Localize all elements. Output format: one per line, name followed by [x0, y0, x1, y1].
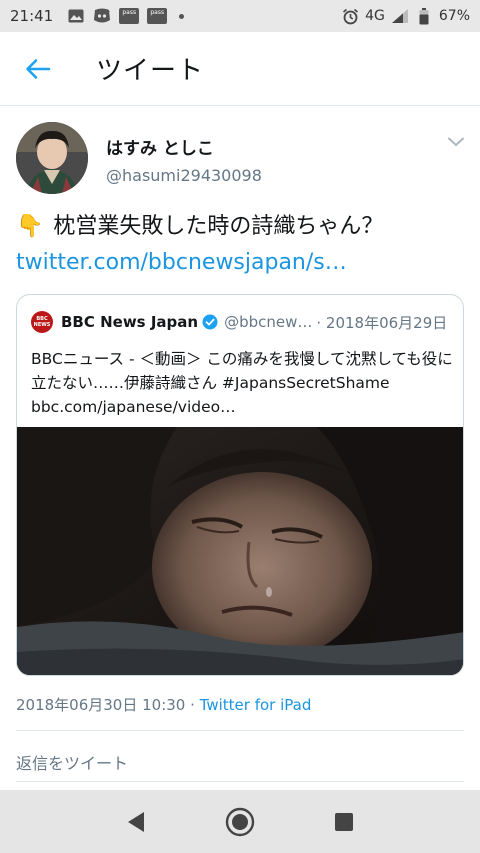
battery-icon — [415, 7, 433, 24]
tweet-source-link[interactable]: Twitter for iPad — [200, 696, 312, 714]
status-time: 21:41 — [10, 7, 54, 25]
home-circle-icon — [225, 807, 255, 836]
app-header: ツイート — [0, 32, 480, 106]
nav-home-button[interactable] — [225, 807, 255, 837]
tweet-author: はすみ としこ @hasumi29430098 — [0, 106, 480, 198]
reply-tweet-button[interactable]: 返信をツイート — [16, 750, 128, 774]
quoted-author-handle: @bbcnew… — [224, 313, 313, 331]
quoted-tweet[interactable]: BBC NEWS BBC News Japan @bbcnew… · 2018年… — [16, 294, 464, 676]
system-nav-bar — [0, 790, 480, 853]
status-right: 4G 67% — [341, 7, 470, 24]
pointing-down-icon: 👇 — [16, 214, 44, 239]
battery-label: 67% — [438, 8, 470, 24]
meta-separator: · — [185, 696, 200, 714]
image-icon — [67, 8, 85, 24]
status-left: 21:41 pass pass — [10, 7, 185, 25]
avatar[interactable] — [16, 122, 88, 194]
author-name[interactable]: はすみ としこ — [106, 134, 214, 159]
alarm-icon — [341, 8, 359, 24]
bbc-logo-icon: BBC NEWS — [31, 311, 53, 333]
nav-back-button[interactable] — [121, 807, 151, 837]
divider — [16, 781, 464, 782]
quoted-video-thumbnail[interactable] — [17, 427, 463, 675]
page-title: ツイート — [96, 56, 205, 86]
tweet-link[interactable]: twitter.com/bbcnewsjapan/s… — [16, 246, 466, 279]
square-recents-icon — [335, 812, 353, 831]
tweet-timestamp: 2018年06月30日 10:30 — [16, 696, 186, 714]
dot-icon — [179, 13, 185, 19]
quoted-tweet-text: BBCニュース - ＜動画＞ この痛みを我慢して沈黙しても役に立たない……伊藤詩… — [31, 350, 453, 416]
signal-icon — [391, 8, 409, 24]
tweet-text-body: 枕営業失敗した時の詩織ちゃん？ — [53, 214, 384, 239]
quoted-date: · 2018年06月29日 — [316, 313, 448, 332]
quoted-author-name: BBC News Japan — [61, 313, 199, 331]
divider — [16, 730, 464, 731]
verified-badge-icon — [202, 314, 218, 330]
more-options-button[interactable] — [444, 132, 468, 152]
pass-icon: pass — [119, 8, 140, 24]
chevron-down-icon — [448, 137, 464, 147]
network-label: 4G — [365, 8, 385, 24]
author-handle[interactable]: @hasumi29430098 — [106, 166, 262, 185]
tweet-meta: 2018年06月30日 10:30 · Twitter for iPad — [16, 694, 311, 715]
back-button[interactable] — [16, 47, 60, 91]
status-bar: 21:41 pass pass 4G 67% — [0, 0, 480, 32]
bbc-logo-text: NEWS — [33, 322, 51, 328]
back-arrow-icon — [26, 58, 51, 79]
nav-recents-button[interactable] — [329, 807, 359, 837]
quoted-tweet-header: BBC NEWS BBC News Japan @bbcnew… · 2018年… — [31, 311, 447, 333]
discord-icon — [93, 8, 111, 24]
triangle-back-icon — [128, 811, 144, 832]
pass-icon: pass — [147, 8, 168, 24]
tweet-text: 👇 枕営業失敗した時の詩織ちゃん？ — [16, 210, 466, 243]
